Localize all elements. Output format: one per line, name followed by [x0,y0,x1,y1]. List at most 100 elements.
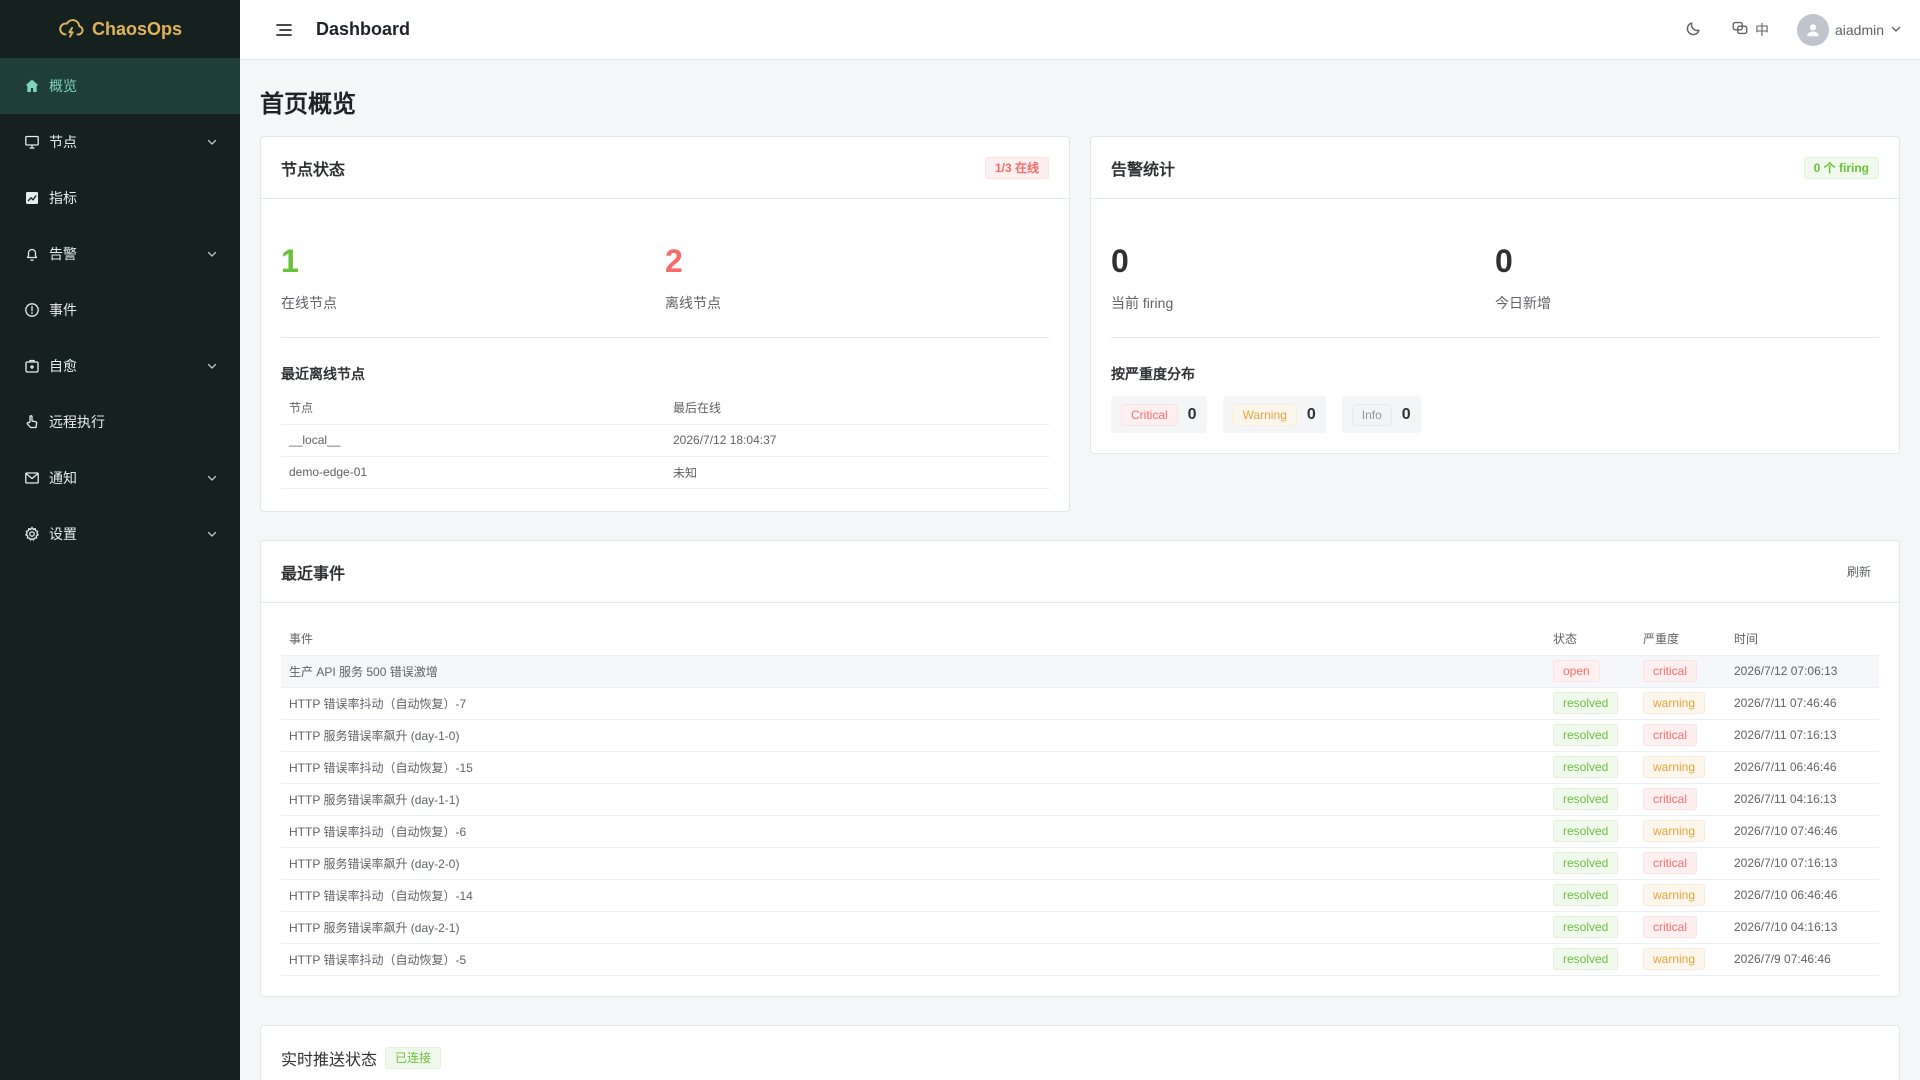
theme-toggle-button[interactable] [1685,19,1703,40]
column-header-node: 节点 [281,392,665,425]
main-area: Dashboard 中 aiadmin 首页概览 节点状态 1/3 在线 1 在… [240,0,1920,1080]
firing-label: 当前 firing [1111,295,1174,311]
event-status-cell: resolved [1545,879,1635,912]
event-time: 2026/7/11 07:16:13 [1726,719,1879,752]
event-time: 2026/7/10 07:16:13 [1726,847,1879,880]
topbar: Dashboard 中 aiadmin [240,0,1920,60]
event-title: HTTP 错误率抖动（自动恢复）-6 [281,815,1545,848]
user-menu[interactable]: aiadmin [1796,13,1902,46]
severity-item-warning: Warning 0 [1222,396,1326,433]
event-status-cell: resolved [1545,943,1635,976]
sidebar: ChaosOps 概览节点指标 告警 事件自愈远程执行 通知设置 [0,0,240,1080]
sidebar-item-4[interactable]: 事件 [0,282,240,338]
sidebar-item-8[interactable]: 设置 [0,506,240,562]
node-stats: 1 在线节点 2 离线节点 [281,219,1049,338]
status-badge: resolved [1553,884,1619,906]
sidebar-nav: 概览节点指标 告警 事件自愈远程执行 通知设置 [0,58,240,562]
page-title: 首页概览 [260,91,356,118]
node-status-card: 节点状态 1/3 在线 1 在线节点 2 离线节点 最近离线节点 节点 最后在线… [260,136,1070,512]
severity-badge: warning [1643,948,1706,970]
sidebar-item-label: 设置 [49,526,77,542]
status-badge: open [1553,660,1600,682]
severity-tag: Warning [1232,403,1297,426]
sidebar-item-5[interactable]: 自愈 [0,338,240,394]
event-title: 生产 API 服务 500 错误激增 [281,655,1545,688]
brand[interactable]: ChaosOps [0,0,240,58]
avatar [1796,13,1829,46]
event-status-cell: resolved [1545,815,1635,848]
severity-count: 0 [1187,405,1197,423]
node-status-header: 节点状态 1/3 在线 [261,137,1069,199]
sidebar-item-label: 节点 [49,134,77,150]
sidebar-item-2[interactable]: 指标 [0,170,240,226]
sidebar-item-3[interactable]: 告警 [0,226,240,282]
table-row[interactable]: HTTP 错误率抖动（自动恢复）-14 resolved warning 2026/7… [281,879,1879,912]
language-switch-button[interactable]: 中 [1731,19,1769,40]
connection-badge: 已连接 [385,1046,442,1069]
first-aid-icon [24,358,40,374]
event-time: 2026/7/11 06:46:46 [1726,751,1879,784]
status-badge: resolved [1553,724,1619,746]
overview-row: 节点状态 1/3 在线 1 在线节点 2 离线节点 最近离线节点 节点 最后在线… [260,136,1900,512]
menu-toggle-icon[interactable] [274,20,294,40]
table-row[interactable]: HTTP 服务错误率飙升 (day-1-1) resolved critical 20… [281,783,1879,816]
status-badge: resolved [1553,820,1619,842]
sidebar-item-0[interactable]: 概览 [0,58,240,114]
status-badge: resolved [1553,948,1619,970]
user-name: aiadmin [1834,21,1884,38]
event-status-cell: resolved [1545,719,1635,752]
table-row[interactable]: HTTP 服务错误率飙升 (day-2-0) resolved critical 20… [281,847,1879,880]
sidebar-item-7[interactable]: 通知 [0,450,240,506]
event-status-cell: open [1545,655,1635,688]
table-row[interactable]: HTTP 错误率抖动（自动恢复）-5 resolved warning 2026/7/… [281,943,1879,976]
events-title: 最近事件 [281,565,346,583]
translate-icon [1731,19,1749,40]
table-row[interactable]: 生产 API 服务 500 错误激增 open critical 2026/7/12 … [281,655,1879,688]
event-title: HTTP 错误率抖动（自动恢复）-7 [281,687,1545,720]
table-row[interactable]: HTTP 错误率抖动（自动恢复）-7 resolved warning 2026/7/… [281,687,1879,720]
node-name: demo-edge-01 [281,456,665,489]
monitor-icon [24,134,40,150]
table-header-row: 节点 最后在线 [281,392,1049,425]
alert-stats-header: 告警统计 0 个 firing [1091,137,1899,199]
top-title: Dashboard [316,19,411,39]
sidebar-item-label: 自愈 [49,358,77,374]
chevron-down-icon [206,248,218,260]
severity-badge: critical [1643,852,1698,874]
refresh-button[interactable]: 刷新 [1839,559,1879,584]
event-severity-cell: warning [1635,687,1726,720]
severity-badge: warning [1643,692,1706,714]
severity-badge: critical [1643,916,1698,938]
event-status-cell: resolved [1545,783,1635,816]
event-time: 2026/7/12 07:06:13 [1726,655,1879,688]
severity-item-critical: Critical 0 [1111,396,1207,433]
event-time: 2026/7/10 04:16:13 [1726,911,1879,944]
today-label: 今日新增 [1495,295,1551,311]
recent-events-card: 最近事件 刷新 事件 状态 严重度 时间 生产 API 服务 500 错误激增 … [260,540,1900,997]
event-severity-cell: critical [1635,719,1726,752]
recent-offline-title: 最近离线节点 [281,366,365,382]
column-header-event: 事件 [281,623,1545,656]
severity-item-info: Info 0 [1341,396,1421,433]
severity-dist-title: 按严重度分布 [1111,366,1195,382]
event-severity-cell: warning [1635,751,1726,784]
firing-stat: 0 当前 firing [1111,239,1495,313]
chart-icon [24,190,40,206]
table-row[interactable]: HTTP 服务错误率飙升 (day-1-0) resolved critical 20… [281,719,1879,752]
table-row[interactable]: HTTP 服务错误率飙升 (day-2-1) resolved critical 20… [281,911,1879,944]
moon-icon [1685,19,1703,40]
sidebar-item-6[interactable]: 远程执行 [0,394,240,450]
status-badge: resolved [1553,756,1619,778]
sidebar-item-1[interactable]: 节点 [0,114,240,170]
table-row[interactable]: HTTP 错误率抖动（自动恢复）-15 resolved warning 2026/7… [281,751,1879,784]
table-row: __local__ 2026/7/12 18:04:37 [281,424,1049,457]
event-title: HTTP 错误率抖动（自动恢复）-15 [281,751,1545,784]
cloud-lightning-icon [58,16,84,42]
table-row[interactable]: HTTP 错误率抖动（自动恢复）-6 resolved warning 2026/7/… [281,815,1879,848]
status-badge: resolved [1553,788,1619,810]
event-time: 2026/7/11 04:16:13 [1726,783,1879,816]
event-title: HTTP 错误率抖动（自动恢复）-5 [281,943,1545,976]
last-online: 2026/7/12 18:04:37 [665,424,1049,457]
mail-icon [24,470,40,486]
column-header-status: 状态 [1545,623,1635,656]
